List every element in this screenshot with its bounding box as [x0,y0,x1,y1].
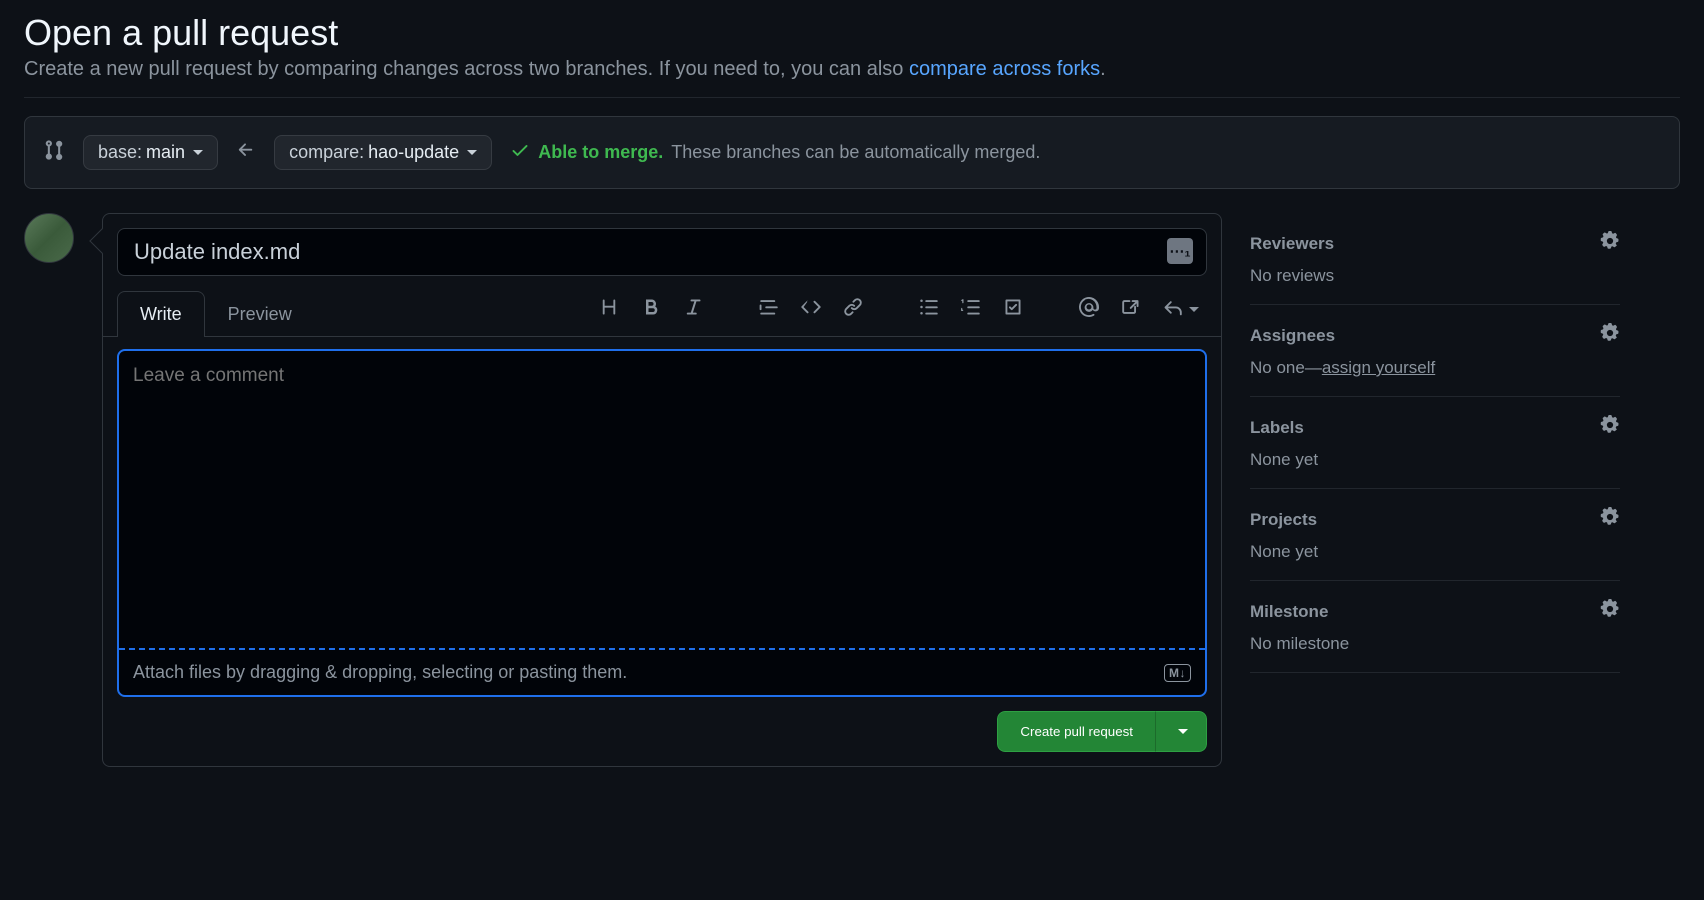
pr-title-input[interactable] [117,228,1207,276]
bold-icon[interactable] [641,297,661,322]
labels-section: Labels None yet [1250,397,1620,489]
sidebar: Reviewers No reviews Assignees No one—as… [1250,213,1620,673]
git-compare-icon [43,139,65,166]
chevron-down-icon [193,150,203,155]
assignees-value: No one—assign yourself [1250,358,1620,378]
base-label: base: [98,142,142,163]
gear-icon[interactable] [1600,323,1620,348]
page-title: Open a pull request [24,12,1680,54]
gear-icon[interactable] [1600,231,1620,256]
mention-icon[interactable] [1079,297,1099,322]
compare-branch-button[interactable]: compare: hao-update [274,135,492,170]
ordered-list-icon[interactable] [961,297,981,322]
merge-status: Able to merge. [538,142,663,163]
tab-preview[interactable]: Preview [205,291,315,337]
gear-icon[interactable] [1600,415,1620,440]
page-subtitle: Create a new pull request by comparing c… [24,58,1680,81]
projects-value: None yet [1250,542,1620,562]
markdown-badge-icon[interactable]: M↓ [1164,664,1191,682]
reviewers-value: No reviews [1250,266,1620,286]
labels-value: None yet [1250,450,1620,470]
attach-row[interactable]: Attach files by dragging & dropping, sel… [119,650,1205,695]
italic-icon[interactable] [683,297,703,322]
assignees-value-prefix: No one— [1250,358,1322,377]
reviewers-section: Reviewers No reviews [1250,213,1620,305]
markdown-toolbar [599,297,1207,330]
comment-box: ⋯₁ Write Preview [102,213,1222,767]
tasklist-icon[interactable] [1003,297,1023,322]
chevron-down-icon [1178,729,1188,734]
assign-yourself-link[interactable]: assign yourself [1322,358,1435,377]
comment-textarea-wrap: Attach files by dragging & dropping, sel… [117,349,1207,697]
milestone-value: No milestone [1250,634,1620,654]
create-pr-button[interactable]: Create pull request [997,711,1155,752]
code-icon[interactable] [801,297,821,322]
merge-status-text: These branches can be automatically merg… [671,142,1040,163]
comment-textarea[interactable] [119,351,1205,643]
attach-text: Attach files by dragging & dropping, sel… [133,662,627,683]
avatar[interactable] [24,213,74,263]
chevron-down-icon [1189,307,1199,312]
link-icon[interactable] [843,297,863,322]
gear-icon[interactable] [1600,507,1620,532]
extension-icon[interactable]: ⋯₁ [1167,238,1193,264]
projects-title: Projects [1250,510,1317,530]
create-pr-dropdown-button[interactable] [1155,711,1207,752]
reviewers-title: Reviewers [1250,234,1334,254]
base-branch-name: main [146,142,185,163]
branch-compare-bar: base: main compare: hao-update Able to m… [24,116,1680,189]
base-branch-button[interactable]: base: main [83,135,218,170]
unordered-list-icon[interactable] [919,297,939,322]
tab-write[interactable]: Write [117,291,205,337]
subtitle-suffix: . [1100,58,1106,80]
compare-label: compare: [289,142,364,163]
tab-row: Write Preview [103,290,1221,337]
heading-icon[interactable] [599,297,619,322]
quote-icon[interactable] [759,297,779,322]
chevron-down-icon [467,150,477,155]
create-pr-button-group: Create pull request [997,711,1207,752]
cross-reference-icon[interactable] [1121,297,1141,322]
compare-branch-name: hao-update [368,142,459,163]
check-icon [510,140,530,165]
milestone-section: Milestone No milestone [1250,581,1620,673]
arrow-left-icon [236,140,256,165]
assignees-section: Assignees No one—assign yourself [1250,305,1620,397]
labels-title: Labels [1250,418,1304,438]
header-divider [24,97,1680,98]
reply-icon[interactable] [1163,297,1199,322]
assignees-title: Assignees [1250,326,1335,346]
milestone-title: Milestone [1250,602,1328,622]
compare-forks-link[interactable]: compare across forks [909,58,1100,80]
projects-section: Projects None yet [1250,489,1620,581]
gear-icon[interactable] [1600,599,1620,624]
subtitle-text: Create a new pull request by comparing c… [24,58,909,80]
